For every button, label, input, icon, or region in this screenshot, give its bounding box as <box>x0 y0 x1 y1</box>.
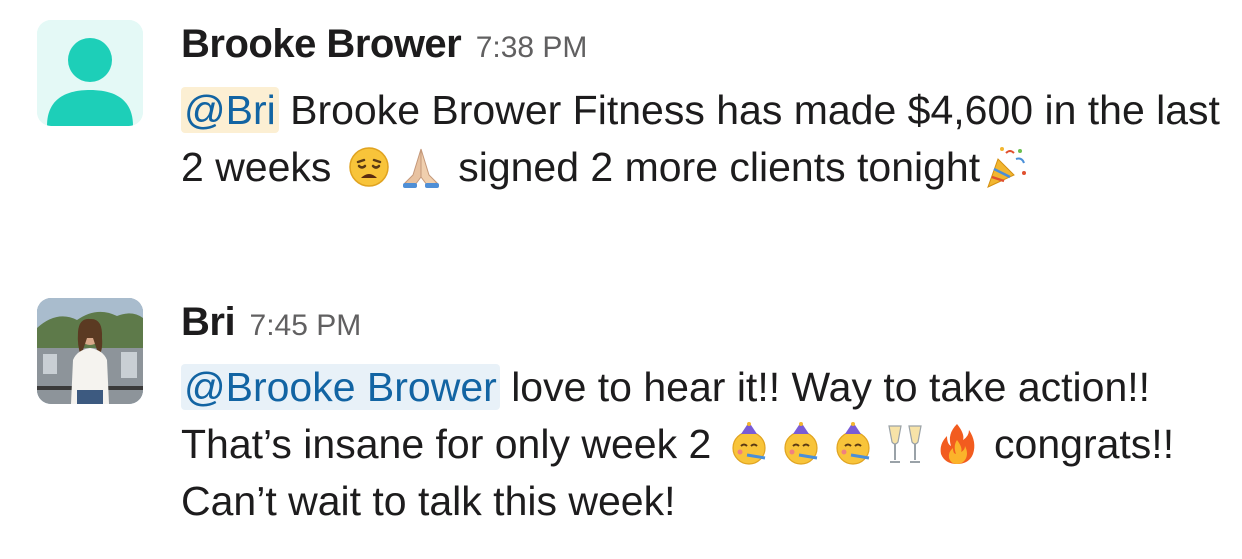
sender-name[interactable]: Bri <box>181 300 236 344</box>
user-mention[interactable]: @Brooke Brower <box>181 364 500 410</box>
avatar[interactable] <box>37 20 143 126</box>
message-header: Brooke Brower 7:38 PM <box>181 22 587 67</box>
user-mention[interactable]: @Bri <box>181 87 279 133</box>
champagne-glasses-emoji <box>883 422 927 466</box>
partying-face-emoji <box>779 422 823 466</box>
fire-emoji <box>935 422 979 466</box>
partying-face-emoji <box>727 422 771 466</box>
profile-photo-icon <box>37 298 143 404</box>
party-popper-emoji <box>984 145 1028 189</box>
timestamp[interactable]: 7:38 PM <box>476 31 588 64</box>
sender-name[interactable]: Brooke Brower <box>181 22 462 66</box>
message-body: @Bri Brooke Brower Fitness has made $4,6… <box>181 82 1221 196</box>
weary-face-emoji <box>347 145 391 189</box>
partying-face-emoji <box>831 422 875 466</box>
user-silhouette-icon <box>37 20 143 126</box>
folded-hands-emoji <box>399 145 443 189</box>
message-text: signed 2 more clients tonight <box>446 144 981 190</box>
message-body: @Brooke Brower love to hear it!! Way to … <box>181 359 1221 530</box>
timestamp[interactable]: 7:45 PM <box>250 309 362 342</box>
avatar[interactable] <box>37 298 143 404</box>
message-header: Bri 7:45 PM <box>181 300 361 345</box>
